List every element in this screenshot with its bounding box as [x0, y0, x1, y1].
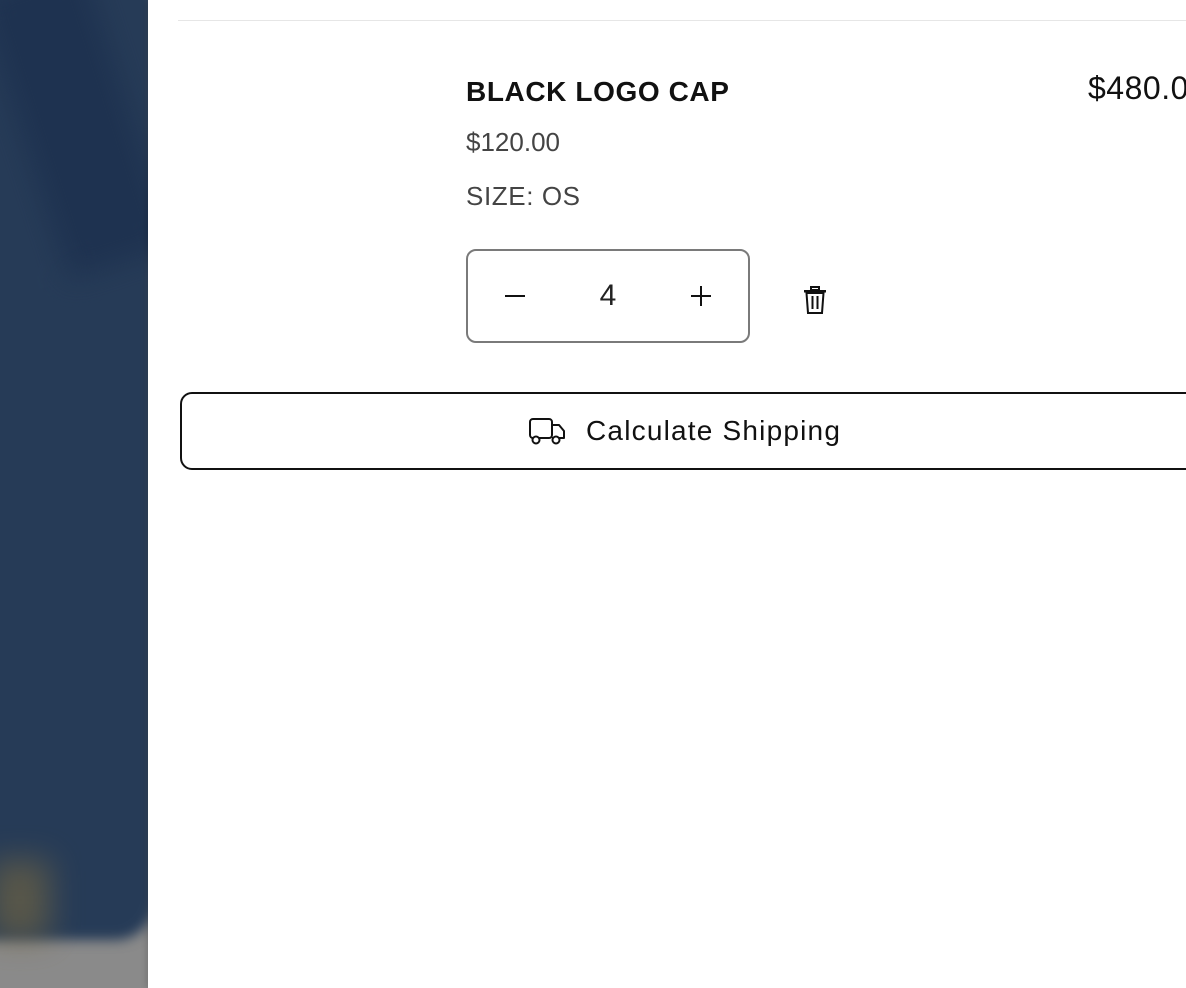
item-line-total: $480.00 — [1088, 70, 1186, 106]
item-title[interactable]: BLACK LOGO CAP — [466, 70, 730, 114]
page-backdrop[interactable] — [0, 0, 148, 988]
quantity-row: 4 — [466, 249, 830, 343]
decrease-quantity-button[interactable] — [468, 251, 562, 341]
calculate-shipping-label: Calculate Shipping — [586, 415, 842, 446]
minus-icon — [505, 295, 525, 297]
calculate-shipping-content: Calculate Shipping — [528, 394, 841, 468]
calculate-shipping-button[interactable]: Calculate Shipping — [180, 392, 1186, 470]
divider — [178, 20, 1186, 21]
backdrop-glow — [0, 860, 50, 940]
increase-quantity-button[interactable] — [654, 251, 748, 341]
cart-item: BLACK LOGO CAP $120.00 SIZE: OS — [466, 70, 730, 214]
quantity-value[interactable]: 4 — [563, 279, 653, 313]
quantity-stepper: 4 — [466, 249, 750, 343]
plus-icon — [691, 286, 711, 306]
cart-drawer: BLACK LOGO CAP $120.00 SIZE: OS 4 $480.0… — [148, 0, 1186, 988]
item-variant: SIZE: OS — [466, 181, 581, 211]
trash-icon — [804, 286, 826, 314]
truck-icon — [529, 418, 565, 445]
item-unit-price: $120.00 — [466, 127, 560, 157]
remove-item-button[interactable] — [800, 284, 830, 316]
